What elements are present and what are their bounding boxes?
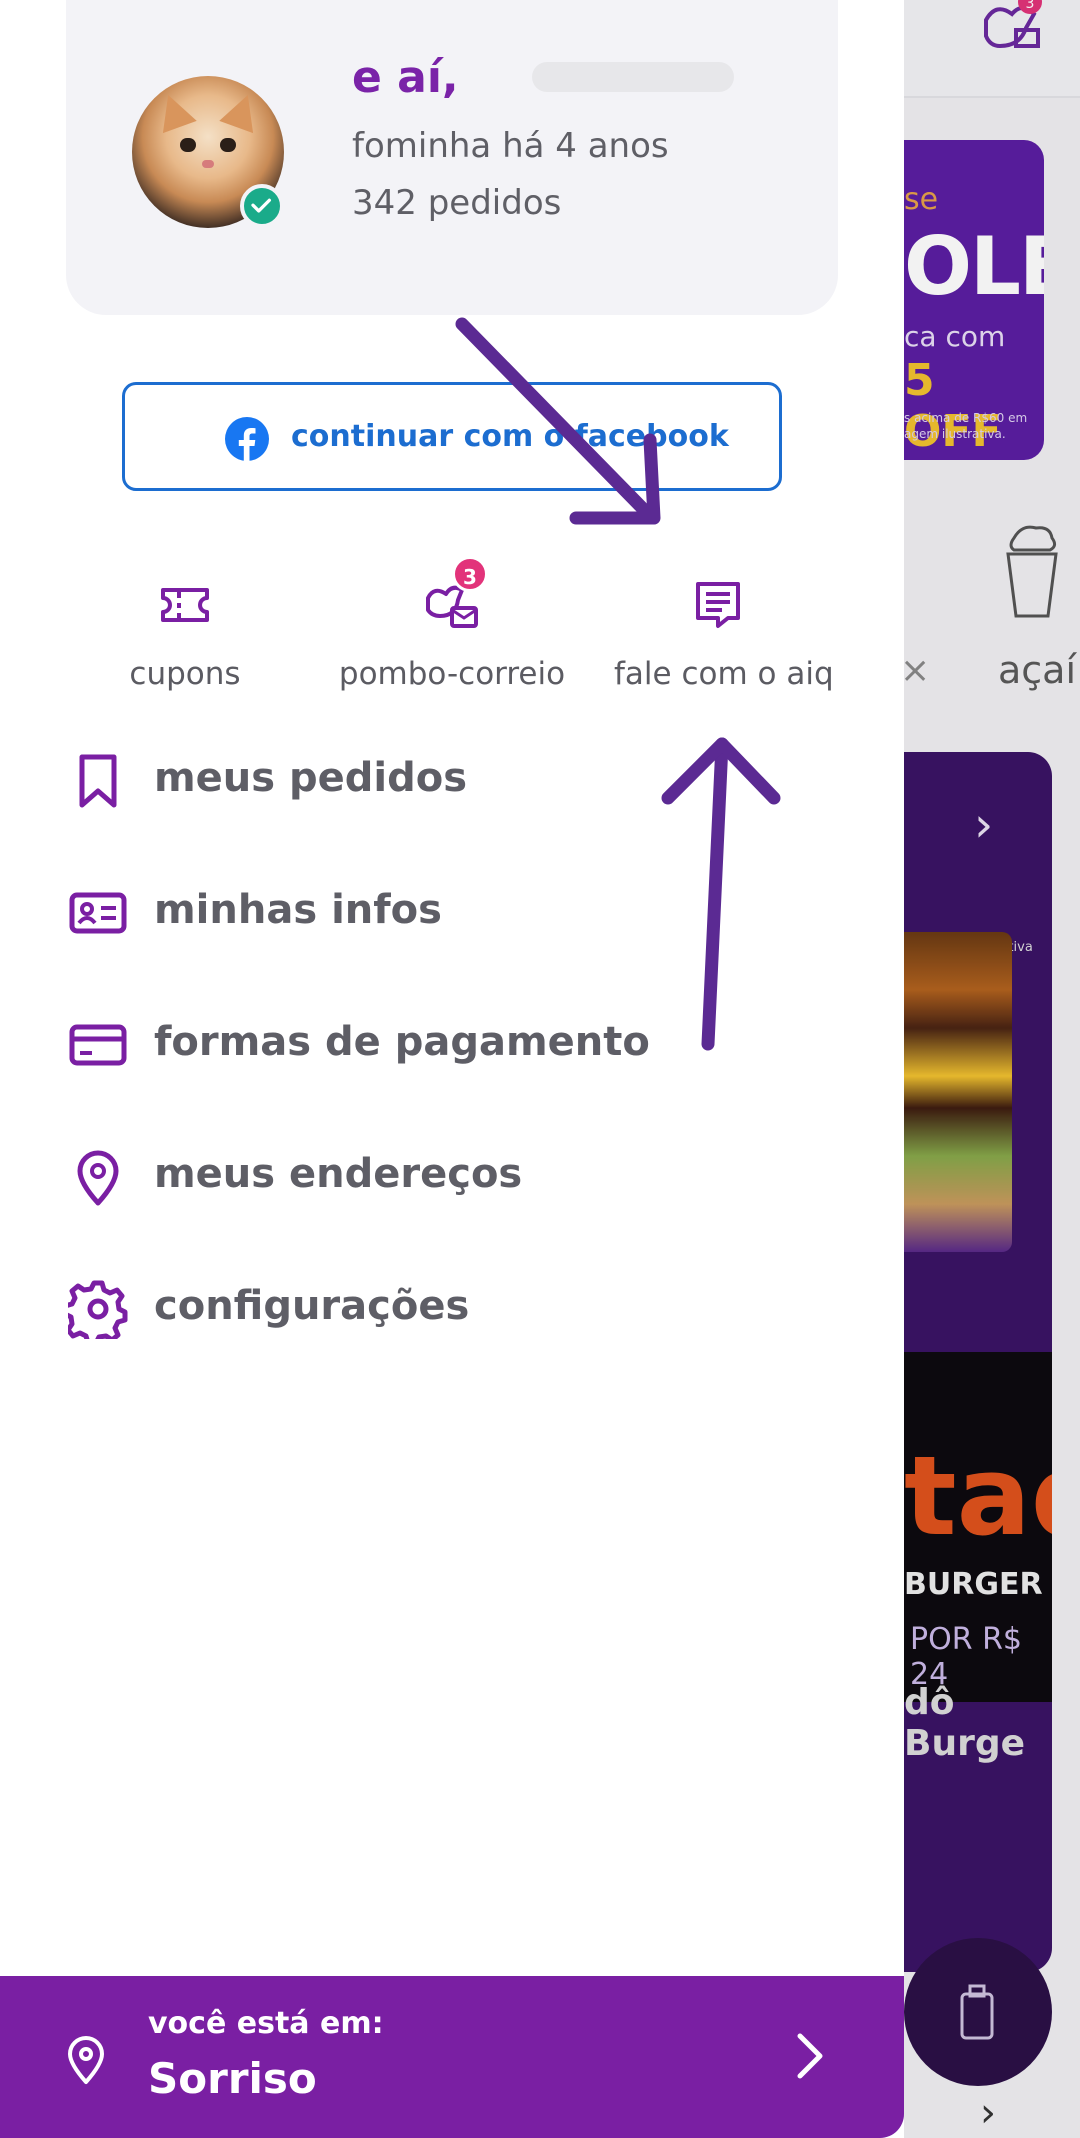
location-caption: você está em: (148, 2006, 384, 2041)
facebook-icon (225, 417, 269, 461)
quick-action-cupons[interactable]: cupons (55, 570, 315, 700)
menu-item-label: meus endereços (154, 1151, 523, 1197)
quick-action-label: cupons (129, 656, 241, 692)
id-card-icon (69, 892, 127, 934)
menu-item-meus-enderecos[interactable]: meus endereços (68, 1133, 768, 1223)
quick-action-fale-com-o-aiq[interactable]: fale com o aiq (588, 570, 848, 700)
menu-item-configuracoes[interactable]: configurações (68, 1265, 768, 1355)
location-pin-icon (68, 2036, 104, 2084)
gear-icon (68, 1280, 128, 1339)
profile-card: e aí, fominha há 4 anos 342 pedidos (66, 0, 838, 315)
menu-item-formas-de-pagamento[interactable]: formas de pagamento (68, 1001, 768, 1091)
bookmark-icon (79, 754, 117, 808)
menu-item-label: meus pedidos (154, 755, 468, 801)
menu-item-minhas-infos[interactable]: minhas infos (68, 869, 768, 959)
ticket-icon (161, 588, 209, 622)
menu-item-label: formas de pagamento (154, 1019, 650, 1065)
facebook-login-button[interactable]: continuar com o facebook (122, 382, 782, 491)
current-location-bar[interactable]: você está em: Sorriso (0, 1976, 904, 2138)
location-pin-icon (77, 1150, 119, 1206)
redacted-username (532, 62, 734, 92)
greeting-text: e aí, (352, 52, 459, 103)
menu-item-label: configurações (154, 1283, 470, 1329)
side-drawer: e aí, fominha há 4 anos 342 pedidos cont… (0, 0, 904, 2138)
notification-badge: 3 (452, 556, 488, 592)
facebook-button-label: continuar com o facebook (291, 419, 729, 454)
member-since-text: fominha há 4 anos (352, 126, 669, 166)
chevron-right-icon (797, 2033, 823, 2079)
location-city: Sorriso (148, 2054, 317, 2103)
menu-item-meus-pedidos[interactable]: meus pedidos (68, 737, 768, 827)
quick-action-label: pombo-correio (338, 656, 566, 692)
quick-action-pombo-correio[interactable]: 3 pombo-correio (322, 556, 582, 700)
quick-action-label: fale com o aiq (614, 656, 834, 692)
credit-card-icon (69, 1024, 127, 1066)
verified-check-icon (240, 184, 284, 228)
chat-icon (696, 582, 740, 628)
menu-item-label: minhas infos (154, 887, 442, 933)
orders-count-text: 342 pedidos (352, 183, 562, 223)
